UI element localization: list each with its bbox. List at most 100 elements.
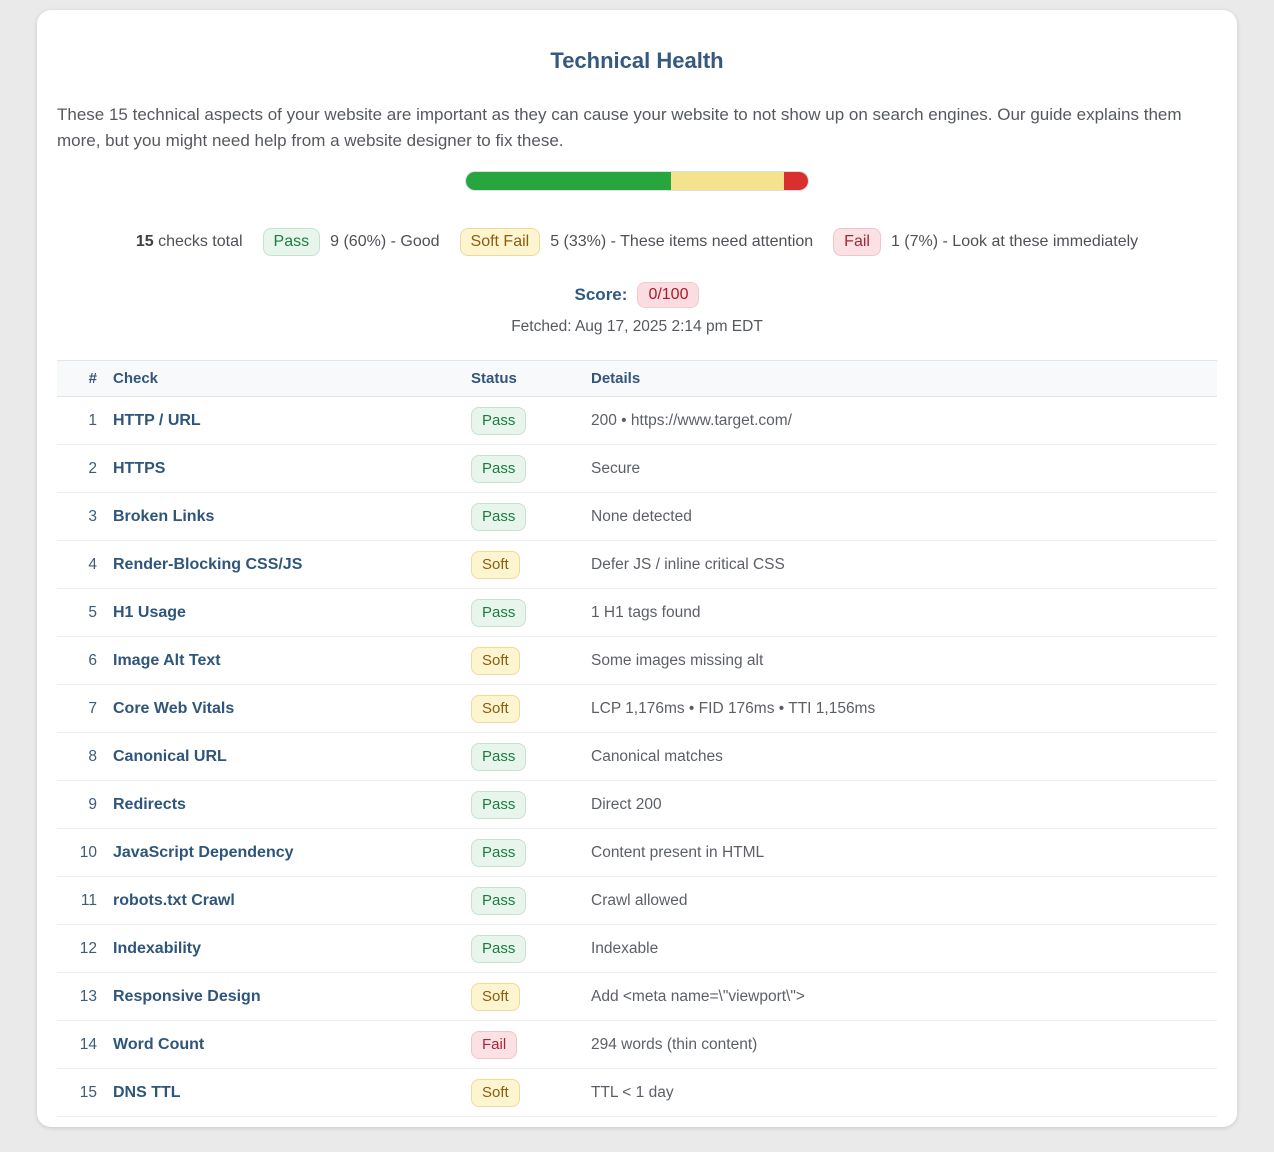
table-row: 3 Broken Links Pass None detected [57, 493, 1217, 541]
status-cell: Pass [471, 445, 591, 493]
check-details: Indexable [591, 925, 1217, 973]
row-number: 3 [57, 493, 97, 541]
row-number: 9 [57, 781, 97, 829]
check-details: Content present in HTML [591, 829, 1217, 877]
status-cell: Pass [471, 781, 591, 829]
check-details: Direct 200 [591, 781, 1217, 829]
status-badge: Soft [471, 551, 520, 579]
check-details: Secure [591, 445, 1217, 493]
status-badge: Pass [471, 599, 526, 627]
check-name: Broken Links [97, 493, 471, 541]
checks-table: # Check Status Details 1 HTTP / URL Pass… [57, 360, 1217, 1117]
check-name: Core Web Vitals [97, 685, 471, 733]
header-details: Details [591, 361, 1217, 397]
table-row: 6 Image Alt Text Soft Some images missin… [57, 637, 1217, 685]
check-name: Indexability [97, 925, 471, 973]
score-label: Score: [575, 285, 628, 305]
row-number: 7 [57, 685, 97, 733]
status-cell: Soft [471, 685, 591, 733]
status-badge: Fail [471, 1031, 517, 1059]
status-badge: Soft [471, 695, 520, 723]
check-details: None detected [591, 493, 1217, 541]
check-name: Image Alt Text [97, 637, 471, 685]
summary-item: Pass 9 (60%) - Good [263, 228, 440, 256]
row-number: 10 [57, 829, 97, 877]
header-number: # [57, 361, 97, 397]
row-number: 14 [57, 1021, 97, 1069]
summary-item: Soft Fail 5 (33%) - These items need att… [460, 228, 814, 256]
table-row: 12 Indexability Pass Indexable [57, 925, 1217, 973]
row-number: 8 [57, 733, 97, 781]
status-badge: Pass [263, 228, 321, 256]
table-row: 14 Word Count Fail 294 words (thin conte… [57, 1021, 1217, 1069]
status-badge: Pass [471, 791, 526, 819]
status-badge: Pass [471, 935, 526, 963]
table-row: 15 DNS TTL Soft TTL < 1 day [57, 1069, 1217, 1117]
table-row: 4 Render-Blocking CSS/JS Soft Defer JS /… [57, 541, 1217, 589]
row-number: 2 [57, 445, 97, 493]
check-name: Responsive Design [97, 973, 471, 1021]
table-row: 1 HTTP / URL Pass 200 • https://www.targ… [57, 397, 1217, 445]
check-details: Some images missing alt [591, 637, 1217, 685]
status-cell: Soft [471, 1069, 591, 1117]
table-row: 9 Redirects Pass Direct 200 [57, 781, 1217, 829]
check-name: JavaScript Dependency [97, 829, 471, 877]
table-row: 11 robots.txt Crawl Pass Crawl allowed [57, 877, 1217, 925]
status-cell: Pass [471, 493, 591, 541]
status-cell: Pass [471, 733, 591, 781]
check-details: Canonical matches [591, 733, 1217, 781]
row-number: 15 [57, 1069, 97, 1117]
check-name: H1 Usage [97, 589, 471, 637]
status-badge: Soft [471, 983, 520, 1011]
check-name: robots.txt Crawl [97, 877, 471, 925]
status-cell: Pass [471, 877, 591, 925]
status-badge: Soft [471, 1079, 520, 1107]
table-row: 5 H1 Usage Pass 1 H1 tags found [57, 589, 1217, 637]
row-number: 13 [57, 973, 97, 1021]
header-status: Status [471, 361, 591, 397]
check-name: Redirects [97, 781, 471, 829]
score-badge: 0/100 [637, 282, 699, 308]
check-details: 294 words (thin content) [591, 1021, 1217, 1069]
row-number: 4 [57, 541, 97, 589]
table-row: 10 JavaScript Dependency Pass Content pr… [57, 829, 1217, 877]
check-name: Render-Blocking CSS/JS [97, 541, 471, 589]
status-badge: Pass [471, 407, 526, 435]
check-name: Word Count [97, 1021, 471, 1069]
status-badge: Fail [833, 228, 881, 256]
progress-segment-pass [466, 172, 671, 190]
check-details: Crawl allowed [591, 877, 1217, 925]
table-row: 2 HTTPS Pass Secure [57, 445, 1217, 493]
checks-total-count: 15 [136, 233, 154, 250]
status-badge: Pass [471, 455, 526, 483]
status-cell: Soft [471, 637, 591, 685]
status-cell: Pass [471, 589, 591, 637]
table-row: 13 Responsive Design Soft Add <meta name… [57, 973, 1217, 1021]
row-number: 11 [57, 877, 97, 925]
table-header-row: # Check Status Details [57, 361, 1217, 397]
table-row: 8 Canonical URL Pass Canonical matches [57, 733, 1217, 781]
summary-items: Pass 9 (60%) - Good Soft Fail 5 (33%) - … [263, 228, 1139, 256]
status-cell: Fail [471, 1021, 591, 1069]
status-badge: Pass [471, 743, 526, 771]
check-details: 1 H1 tags found [591, 589, 1217, 637]
summary-item-text: 1 (7%) - Look at these immediately [891, 233, 1138, 251]
check-details: 200 • https://www.target.com/ [591, 397, 1217, 445]
check-name: Canonical URL [97, 733, 471, 781]
status-cell: Soft [471, 973, 591, 1021]
progress-segment-soft [671, 172, 784, 190]
summary-item-text: 9 (60%) - Good [330, 233, 439, 251]
check-details: LCP 1,176ms • FID 176ms • TTI 1,156ms [591, 685, 1217, 733]
status-cell: Pass [471, 925, 591, 973]
status-badge: Pass [471, 503, 526, 531]
fetched-timestamp: Fetched: Aug 17, 2025 2:14 pm EDT [57, 318, 1217, 336]
row-number: 1 [57, 397, 97, 445]
status-cell: Pass [471, 829, 591, 877]
description-text: These 15 technical aspects of your websi… [57, 102, 1217, 154]
health-progress-bar [466, 172, 808, 190]
header-check: Check [97, 361, 471, 397]
status-badge: Pass [471, 887, 526, 915]
checks-total: 15 checks total [136, 233, 243, 251]
check-details: Add <meta name=\"viewport\"> [591, 973, 1217, 1021]
page-title: Technical Health [57, 48, 1217, 74]
